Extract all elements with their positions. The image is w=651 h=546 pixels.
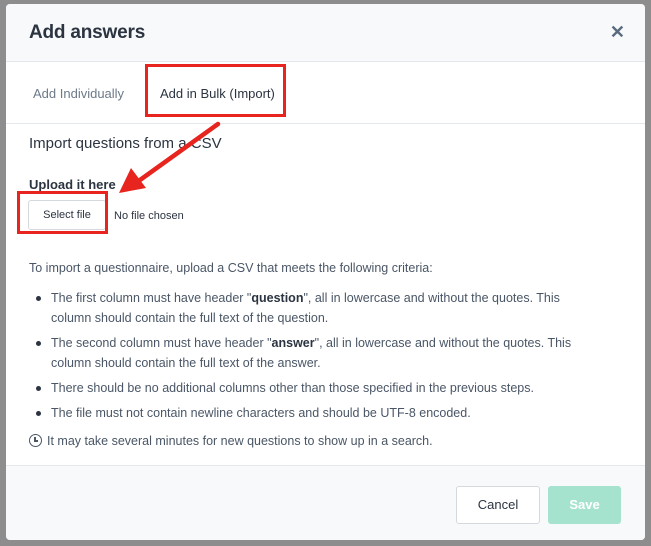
cancel-button[interactable]: Cancel [456, 486, 540, 524]
criteria-list: The first column must have header "quest… [33, 288, 593, 428]
tab-bar: Add Individually Add in Bulk (Import) [6, 62, 645, 124]
import-section-title: Import questions from a CSV [29, 135, 222, 152]
annotation-highlight-file-button [17, 191, 108, 234]
clock-icon [29, 434, 42, 447]
dialog-footer: Cancel Save [6, 465, 645, 540]
list-item: The second column must have header "answ… [33, 333, 593, 373]
add-answers-dialog: Add answers ✕ Add Individually Add in Bu… [6, 4, 645, 540]
save-button[interactable]: Save [548, 486, 621, 524]
annotation-highlight-tab [145, 64, 286, 117]
timing-note: It may take several minutes for new ques… [29, 434, 433, 448]
list-item: The file must not contain newline charac… [33, 403, 593, 423]
timing-note-text: It may take several minutes for new ques… [47, 434, 433, 448]
dialog-title: Add answers [29, 22, 146, 43]
upload-label: Upload it here [29, 177, 116, 192]
file-status: No file chosen [114, 210, 184, 222]
tab-add-individually[interactable]: Add Individually [33, 86, 124, 101]
dialog-header: Add answers ✕ [6, 4, 645, 62]
list-item: There should be no additional columns ot… [33, 378, 593, 398]
close-icon[interactable]: ✕ [610, 23, 625, 41]
list-item: The first column must have header "quest… [33, 288, 593, 328]
criteria-intro: To import a questionnaire, upload a CSV … [29, 261, 433, 275]
